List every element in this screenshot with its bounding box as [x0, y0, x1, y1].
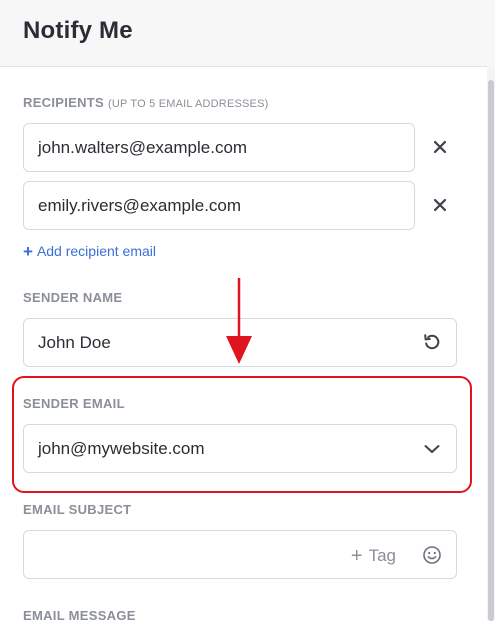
add-recipient-link[interactable]: + Add recipient email	[23, 241, 156, 261]
recipient-email-value-1[interactable]: john.walters@example.com	[38, 138, 247, 158]
emoji-button[interactable]	[422, 545, 442, 565]
notify-me-panel: Notify Me RECIPIENTS (UP TO 5 EMAIL ADDRE…	[0, 0, 495, 621]
plus-icon: +	[350, 545, 363, 567]
reset-sender-name-button[interactable]	[422, 332, 442, 352]
email-subject-field[interactable]: + Tag	[23, 530, 457, 579]
panel-header: Notify Me	[0, 0, 495, 67]
add-recipient-label[interactable]: Add recipient email	[37, 243, 156, 259]
sender-name-label: SENDER NAME	[23, 290, 123, 305]
plus-icon: +	[23, 242, 33, 261]
recipient-email-field-1[interactable]: john.walters@example.com	[23, 123, 415, 172]
sender-name-value[interactable]: John Doe	[38, 333, 111, 353]
recipient-email-value-2[interactable]: emily.rivers@example.com	[38, 196, 241, 216]
recipients-hint: (UP TO 5 EMAIL ADDRESSES)	[108, 98, 269, 110]
insert-tag-button[interactable]: + Tag	[351, 544, 396, 567]
panel-title: Notify Me	[23, 17, 133, 44]
close-icon	[433, 198, 447, 212]
recipients-label: RECIPIENTS (UP TO 5 EMAIL ADDRESSES)	[23, 95, 269, 110]
sender-email-dropdown-button[interactable]	[422, 439, 442, 459]
close-icon	[433, 140, 447, 154]
annotation-arrow-icon	[226, 278, 252, 364]
sender-email-select[interactable]: john@mywebsite.com	[23, 424, 457, 473]
remove-recipient-button-2[interactable]	[429, 194, 451, 216]
undo-icon	[424, 334, 440, 350]
remove-recipient-button-1[interactable]	[429, 136, 451, 158]
recipient-email-field-2[interactable]: emily.rivers@example.com	[23, 181, 415, 230]
sender-email-label: SENDER EMAIL	[23, 396, 125, 411]
recipients-label-text: RECIPIENTS	[23, 95, 105, 110]
smiley-icon	[423, 546, 441, 564]
sender-email-value[interactable]: john@mywebsite.com	[38, 439, 205, 459]
scrollbar-thumb[interactable]	[488, 80, 494, 621]
insert-tag-label[interactable]: Tag	[369, 546, 396, 565]
chevron-down-icon	[424, 445, 440, 453]
email-message-label: EMAIL MESSAGE	[23, 608, 136, 621]
email-subject-label: EMAIL SUBJECT	[23, 502, 132, 517]
